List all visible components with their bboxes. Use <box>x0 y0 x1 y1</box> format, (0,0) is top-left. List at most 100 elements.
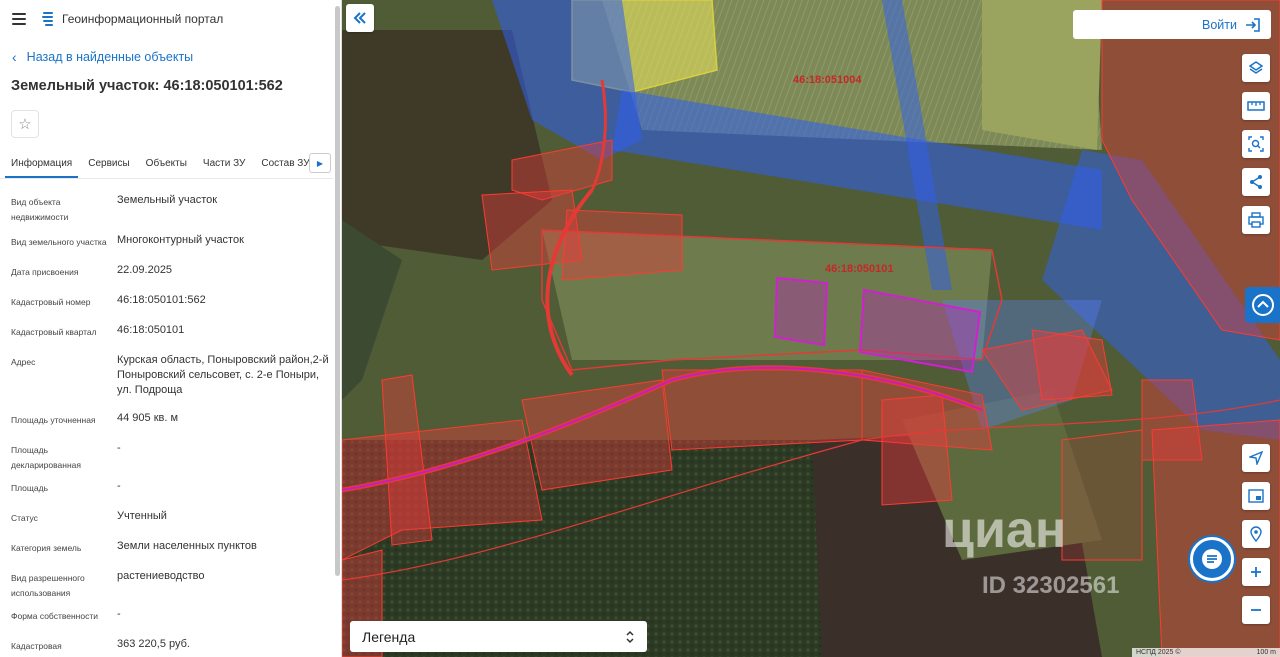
chat-bubble-icon <box>1251 294 1274 316</box>
property-row: Форма собственности - <box>11 605 330 631</box>
chevron-right-icon: ▶ <box>316 158 324 168</box>
sidebar-scrollbar[interactable] <box>335 6 340 576</box>
property-value: Многоконтурный участок <box>117 234 244 246</box>
property-label: Кадастровый номер <box>11 297 91 307</box>
property-row: Дата присвоения 22.09.2025 <box>11 261 330 287</box>
sidebar: Геоинформационный портал ‹ Назад в найде… <box>0 0 342 657</box>
minus-icon <box>1251 609 1261 611</box>
property-label: Площадь <box>11 483 49 493</box>
property-label: Статус <box>11 513 38 523</box>
tab-objects[interactable]: Объекты <box>140 158 193 178</box>
property-row: Статус Учтенный <box>11 507 330 533</box>
geolocation-button[interactable] <box>1242 520 1270 548</box>
property-value: 46:18:050101:562 <box>117 294 206 306</box>
parcel-label: 46:18:051004 <box>793 74 862 86</box>
star-icon: ☆ <box>18 116 32 133</box>
tab-info[interactable]: Информация <box>5 158 79 178</box>
property-label: Форма собственности <box>11 611 98 621</box>
app: Геоинформационный портал ‹ Назад в найде… <box>0 0 1280 657</box>
properties-list: Вид объекта недвижимости Земельный участо… <box>0 179 341 657</box>
tab-composition[interactable]: Состав ЗУ <box>255 158 315 178</box>
property-row: Категория земель Земли населенных пунктов <box>11 537 330 563</box>
chevron-left-icon: ‹ <box>12 49 17 65</box>
watermark: циан <box>942 500 1066 560</box>
external-service-button[interactable] <box>1245 287 1280 323</box>
property-label: Кадастровый квартал <box>11 327 97 337</box>
map-view[interactable]: 46:18:051004 46:18:050101 циан ID 323025… <box>342 0 1280 657</box>
login-icon <box>1246 17 1260 32</box>
property-value: Земельный участок <box>117 194 218 206</box>
property-value: 44 905 кв. м <box>117 412 179 424</box>
ruler-icon <box>1247 101 1265 111</box>
property-label: Категория земель <box>11 543 82 553</box>
property-value: 22.09.2025 <box>117 264 173 276</box>
property-value: 46:18:050101 <box>117 324 185 336</box>
tab-services[interactable]: Сервисы <box>82 158 135 178</box>
property-label: Адрес <box>11 357 36 367</box>
property-label: Площадь уточненная <box>11 415 96 425</box>
property-value: 363 220,5 руб. <box>117 638 190 650</box>
legend-dropdown[interactable]: Легенда <box>350 621 647 652</box>
picture-in-picture-icon <box>1248 489 1264 503</box>
property-row: Кадастровый номер 46:18:050101:562 <box>11 291 330 317</box>
login-button[interactable]: Войти <box>1073 10 1271 39</box>
page-title: Земельный участок: 46:18:050101:562 <box>11 78 283 94</box>
plus-icon <box>1251 567 1261 577</box>
property-label: Вид земельного участка <box>11 237 107 247</box>
minimap-button[interactable] <box>1242 482 1270 510</box>
property-value: Учтенный <box>117 510 167 522</box>
property-row: Вид разрешенного использования растениево… <box>11 567 330 601</box>
login-label: Войти <box>1202 17 1237 32</box>
property-row: Площадь декларированная - <box>11 439 330 473</box>
property-row: Площадь уточненная 44 905 кв. м <box>11 409 330 435</box>
map-attribution: НСПД 2025 © 100 m <box>1132 648 1280 657</box>
collapse-sidebar-button[interactable] <box>346 4 374 32</box>
property-label: Кадастровая <box>11 641 62 651</box>
tab-parts[interactable]: Части ЗУ <box>197 158 251 178</box>
property-label: Площадь декларированная <box>11 445 81 470</box>
layers-icon <box>1248 61 1264 74</box>
property-value: - <box>117 608 121 620</box>
navigate-button[interactable] <box>1242 444 1270 472</box>
property-value: - <box>117 442 121 454</box>
portal-logo-icon <box>42 12 53 26</box>
layers-button[interactable] <box>1242 54 1270 82</box>
print-button[interactable] <box>1242 206 1270 234</box>
map-canvas[interactable] <box>342 0 1280 657</box>
zoom-in-button[interactable] <box>1242 558 1270 586</box>
property-label: Вид разрешенного использования <box>11 573 85 598</box>
zoom-out-button[interactable] <box>1242 596 1270 624</box>
parcel-label: 46:18:050101 <box>825 263 894 275</box>
property-row: Кадастровая 363 220,5 руб. <box>11 635 330 657</box>
selected-parcel-contour <box>773 276 829 347</box>
top-bar: Геоинформационный портал <box>0 0 341 38</box>
watermark-text: циан <box>942 501 1067 559</box>
property-row: Площадь - <box>11 477 330 503</box>
navigation-arrow-icon <box>1249 451 1263 465</box>
measure-button[interactable] <box>1242 92 1270 120</box>
chat-button[interactable] <box>1190 537 1234 581</box>
select-area-button[interactable] <box>1242 130 1270 158</box>
property-row: Вид объекта недвижимости Земельный участо… <box>11 191 330 225</box>
property-value: - <box>117 480 121 492</box>
chevron-up-down-icon <box>626 630 634 643</box>
back-to-results-link[interactable]: ‹ Назад в найденные объекты <box>0 38 341 76</box>
property-value: Курская область, Поныровский район,2-й П… <box>117 354 329 396</box>
watermark-id: ID 32302561 <box>982 572 1120 599</box>
share-button[interactable] <box>1242 168 1270 196</box>
menu-icon[interactable] <box>12 13 26 25</box>
search-area-icon <box>1248 136 1264 152</box>
back-label: Назад в найденные объекты <box>26 50 194 64</box>
favorite-button[interactable]: ☆ <box>11 110 39 138</box>
property-row: Вид земельного участка Многоконтурный уча… <box>11 231 330 257</box>
scale-label: 100 m <box>1256 649 1276 656</box>
portal-title: Геоинформационный портал <box>62 12 224 26</box>
property-value: растениеводство <box>117 570 205 582</box>
tab-bar: Информация Сервисы Объекты Части ЗУ Сост… <box>0 147 333 179</box>
property-label: Вид объекта недвижимости <box>11 197 69 222</box>
tabs-scroll-right-button[interactable]: ▶ <box>309 153 331 173</box>
property-label: Дата присвоения <box>11 267 79 277</box>
legend-label: Легенда <box>362 628 416 645</box>
property-row: Кадастровый квартал 46:18:050101 <box>11 321 330 347</box>
attribution-text: НСПД 2025 © <box>1136 649 1181 656</box>
